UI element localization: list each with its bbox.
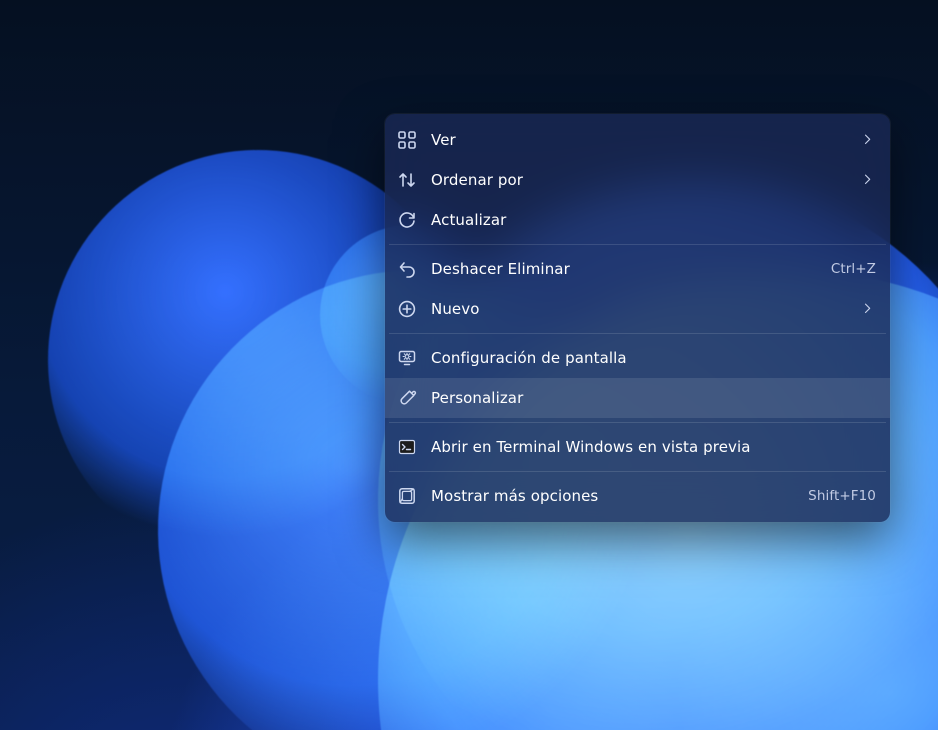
context-menu-item-label: Abrir en Terminal Windows en vista previ… xyxy=(431,438,876,456)
sort-icon xyxy=(397,170,417,190)
refresh-icon xyxy=(397,210,417,230)
context-menu-item-refresh[interactable]: Actualizar xyxy=(385,200,890,240)
plus-circle-icon xyxy=(397,299,417,319)
undo-icon xyxy=(397,259,417,279)
grid-icon xyxy=(397,130,417,150)
context-menu-item-label: Actualizar xyxy=(431,211,876,229)
terminal-icon xyxy=(397,437,417,457)
context-menu-item-new[interactable]: Nuevo xyxy=(385,289,890,329)
context-menu-item-more-options[interactable]: Mostrar más opciones Shift+F10 xyxy=(385,476,890,516)
more-options-icon xyxy=(397,486,417,506)
context-menu-item-personalize[interactable]: Personalizar xyxy=(385,378,890,418)
context-menu-item-label: Personalizar xyxy=(431,389,876,407)
context-menu-item-label: Nuevo xyxy=(431,300,848,318)
context-menu-item-view[interactable]: Ver xyxy=(385,120,890,160)
context-menu-item-label: Ordenar por xyxy=(431,171,848,189)
context-menu-item-label: Configuración de pantalla xyxy=(431,349,876,367)
chevron-right-icon xyxy=(862,302,876,316)
desktop-context-menu[interactable]: Ver Ordenar por Actualizar Deshacer Elimina… xyxy=(385,114,890,522)
context-menu-separator xyxy=(389,471,886,472)
context-menu-separator xyxy=(389,244,886,245)
context-menu-item-undo-delete[interactable]: Deshacer Eliminar Ctrl+Z xyxy=(385,249,890,289)
context-menu-item-display[interactable]: Configuración de pantalla xyxy=(385,338,890,378)
context-menu-item-shortcut: Ctrl+Z xyxy=(831,261,876,277)
chevron-right-icon xyxy=(862,173,876,187)
paintbrush-icon xyxy=(397,388,417,408)
context-menu-item-terminal[interactable]: Abrir en Terminal Windows en vista previ… xyxy=(385,427,890,467)
context-menu-separator xyxy=(389,422,886,423)
context-menu-item-label: Ver xyxy=(431,131,848,149)
context-menu-item-label: Deshacer Eliminar xyxy=(431,260,817,278)
chevron-right-icon xyxy=(862,133,876,147)
display-settings-icon xyxy=(397,348,417,368)
context-menu-separator xyxy=(389,333,886,334)
context-menu-item-label: Mostrar más opciones xyxy=(431,487,794,505)
context-menu-item-shortcut: Shift+F10 xyxy=(808,488,876,504)
context-menu-item-sort[interactable]: Ordenar por xyxy=(385,160,890,200)
